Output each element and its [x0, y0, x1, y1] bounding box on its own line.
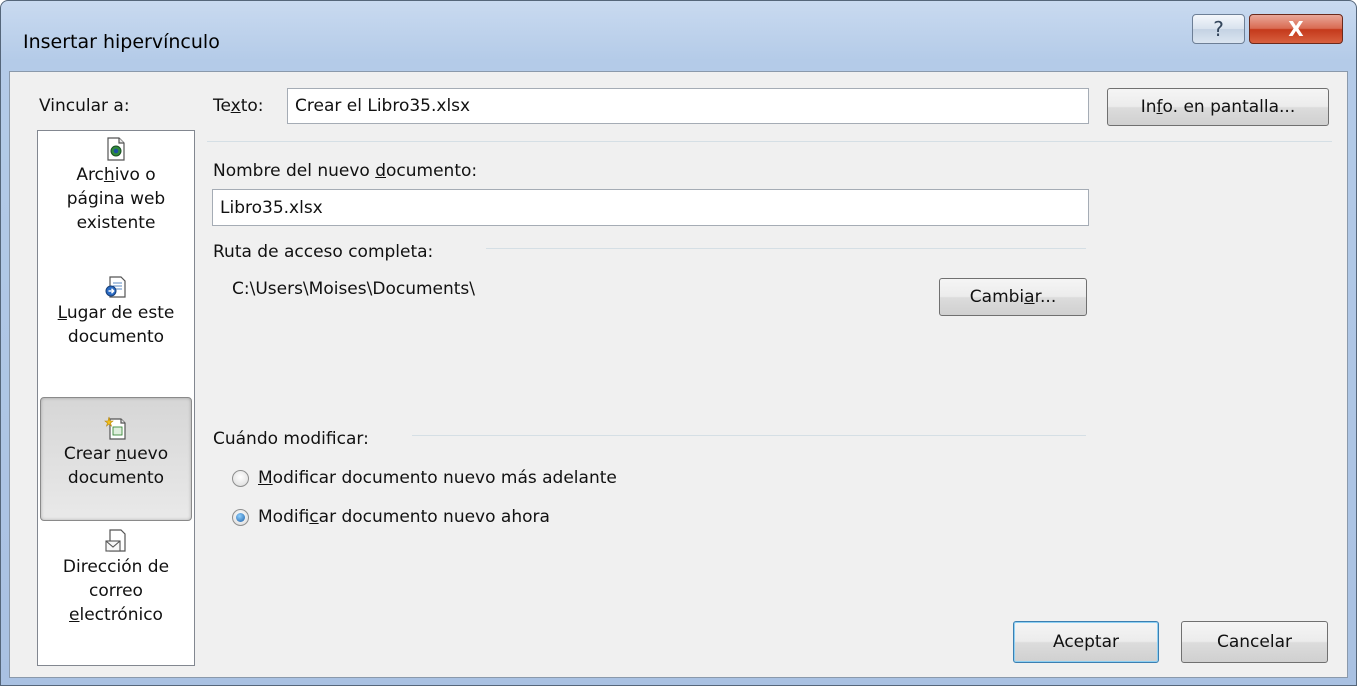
change-path-button[interactable]: Cambiar... [939, 278, 1087, 316]
radio-edit-now[interactable]: Modificar documento nuevo ahora [232, 505, 550, 529]
new-document-icon [104, 416, 126, 440]
full-path-divider [486, 248, 1086, 249]
help-icon: ? [1213, 17, 1224, 41]
link-email-address[interactable]: Dirección de correo electrónico [38, 529, 194, 659]
link-existing-file-or-web-page[interactable]: Archivo o página web existente [38, 137, 194, 257]
link-create-new-document[interactable]: Crear nuevo documento [40, 397, 192, 521]
close-icon: X [1288, 17, 1304, 41]
radio-edit-later[interactable]: Modificar documento nuevo más adelante [232, 466, 617, 490]
radio-edit-now-label: Modificar documento nuevo ahora [258, 507, 550, 527]
when-to-edit-label: Cuándo modificar: [213, 429, 369, 449]
link-to-bar: Archivo o página web existente Lugar de … [37, 130, 195, 666]
dialog-title: Insertar hipervínculo [23, 31, 220, 53]
title-bar: Insertar hipervínculo ? X [1, 1, 1356, 71]
cancel-button[interactable]: Cancelar [1181, 621, 1328, 663]
link-existing-file-label: Archivo o página web existente [66, 165, 166, 233]
email-icon [105, 529, 126, 552]
text-to-display-input[interactable]: Crear el Libro35.xlsx [287, 88, 1089, 124]
full-path-value: C:\Users\Moises\Documents\ [232, 279, 476, 299]
link-email-label: Dirección de correo electrónico [62, 557, 170, 625]
radio-edit-now-button[interactable] [232, 508, 249, 526]
full-path-label: Ruta de acceso completa: [213, 242, 434, 262]
close-button[interactable]: X [1249, 14, 1343, 44]
link-place-in-this-document[interactable]: Lugar de este documento [38, 275, 194, 375]
insert-hyperlink-dialog: Insertar hipervínculo ? X Vincular a: Ar… [0, 0, 1357, 686]
screentip-button[interactable]: Info. en pantalla... [1107, 88, 1329, 126]
document-place-icon [105, 276, 126, 298]
text-to-display-label: Texto: [213, 96, 264, 116]
when-to-edit-divider [412, 435, 1086, 436]
ok-button[interactable]: Aceptar [1013, 621, 1159, 663]
header-divider [207, 141, 1332, 142]
link-place-label: Lugar de este documento [57, 303, 175, 347]
help-button[interactable]: ? [1192, 14, 1245, 44]
link-to-heading: Vincular a: [39, 96, 130, 116]
dialog-client-area: Vincular a: Archivo o página web existen… [9, 71, 1348, 678]
radio-edit-later-label: Modificar documento nuevo más adelante [258, 468, 617, 488]
link-create-label: Crear nuevo documento [63, 444, 169, 488]
radio-edit-later-button[interactable] [232, 469, 249, 487]
new-document-name-input[interactable]: Libro35.xlsx [212, 189, 1089, 226]
file-web-icon [107, 137, 125, 161]
new-document-name-label: Nombre del nuevo documento: [213, 161, 478, 181]
